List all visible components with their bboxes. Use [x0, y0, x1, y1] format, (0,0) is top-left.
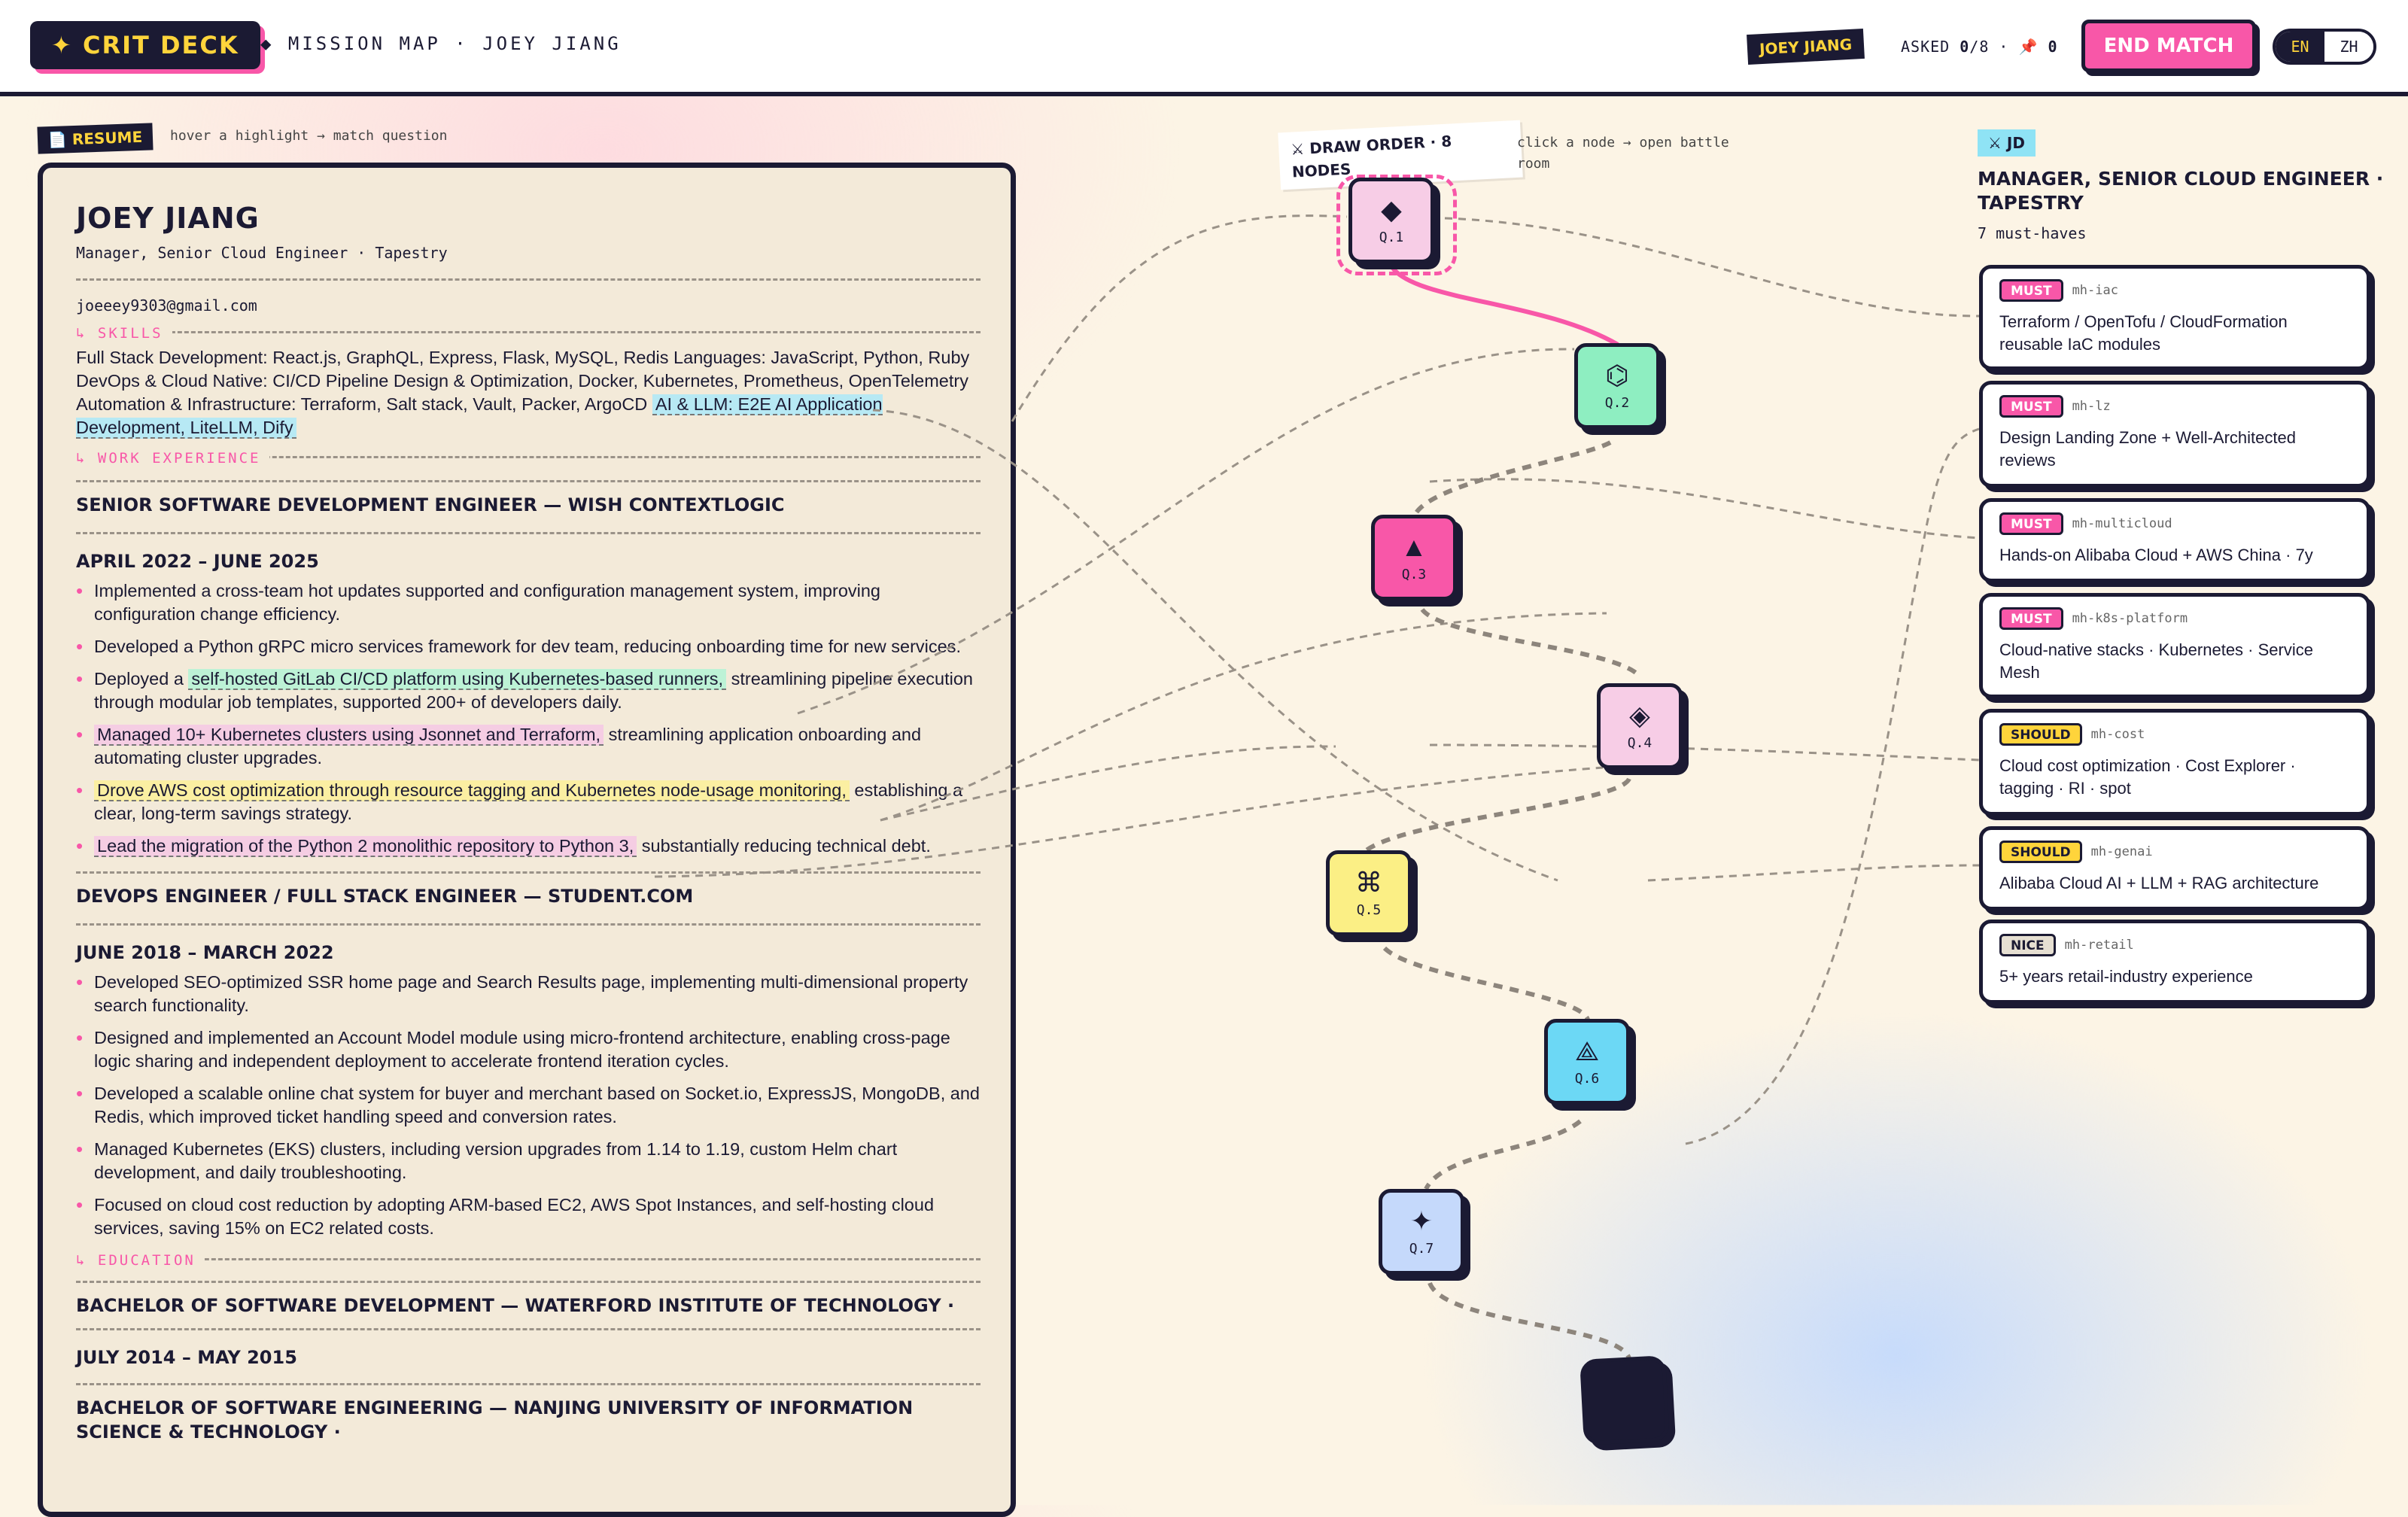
- benzene-icon: ⌬: [1605, 360, 1629, 391]
- match-link: [797, 348, 1575, 715]
- question-node-2[interactable]: ⌬ Q.2: [1574, 343, 1660, 429]
- requirement-text: Design Landing Zone + Well-Architected r…: [1999, 428, 2296, 470]
- draw-path: [1382, 946, 1590, 1021]
- draw-path: [1360, 777, 1631, 856]
- requirement-card[interactable]: MUST mh-k8s-platform Cloud-native stacks …: [1979, 593, 2370, 698]
- node-label: Q.5: [1356, 902, 1382, 918]
- requirement-text: 5+ years retail-industry experience: [1999, 967, 2253, 986]
- match-link: [1429, 478, 1980, 540]
- question-node-8[interactable]: [1579, 1355, 1670, 1446]
- requirement-id: mh-lz: [2072, 399, 2111, 414]
- sparkle-icon: ✦: [1409, 1205, 1434, 1236]
- triangle-dot-icon: ⟁: [1574, 1035, 1600, 1066]
- requirement-card[interactable]: NICE mh-retail 5+ years retail-industry e…: [1979, 920, 2370, 1004]
- requirement-id: mh-genai: [2090, 844, 2153, 859]
- diamond-dot-icon: ◈: [1629, 700, 1650, 731]
- draw-path: [1424, 1119, 1582, 1190]
- requirement-id: mh-k8s-platform: [2072, 611, 2188, 626]
- question-node-1[interactable]: ◆ Q.1: [1348, 178, 1434, 263]
- draw-path: [1420, 607, 1643, 679]
- question-node-4[interactable]: ◈ Q.4: [1597, 683, 1683, 769]
- requirement-card[interactable]: MUST mh-iac Terraform / OpenTofu / CloudF…: [1979, 265, 2370, 370]
- requirement-id: mh-retail: [2064, 938, 2134, 953]
- node-label: Q.1: [1379, 230, 1404, 245]
- requirement-text: Alibaba Cloud AI + LLM + RAG architectur…: [1999, 874, 2319, 892]
- node-label: Q.2: [1604, 395, 1630, 411]
- priority-badge: MUST: [1999, 512, 2063, 535]
- requirement-card[interactable]: MUST mh-lz Design Landing Zone + Well-Arc…: [1979, 381, 2370, 488]
- priority-badge: SHOULD: [1999, 841, 2082, 863]
- priority-badge: MUST: [1999, 395, 2063, 418]
- requirement-text: Hands-on Alibaba Cloud + AWS China · 7y: [1999, 546, 2313, 564]
- node-label: Q.6: [1574, 1071, 1600, 1087]
- requirement-id: mh-iac: [2072, 283, 2118, 298]
- node-label: Q.4: [1627, 735, 1652, 751]
- jd-count: 7 must-haves: [1978, 224, 2087, 242]
- match-link: [1011, 214, 1348, 422]
- match-link: [1429, 743, 1980, 762]
- map-hint: click a node → open battle room: [1517, 135, 1729, 172]
- requirement-text: Cloud cost optimization · Cost Explorer …: [1999, 756, 2296, 798]
- match-link: [1685, 427, 1980, 1145]
- match-link: [1647, 864, 1980, 882]
- priority-badge: NICE: [1999, 934, 2056, 956]
- requirement-card[interactable]: MUST mh-multicloud Hands-on Alibaba Cloud…: [1979, 498, 2370, 582]
- match-link: [880, 612, 1607, 822]
- question-node-3[interactable]: ▲ Q.3: [1371, 515, 1457, 600]
- priority-badge: MUST: [1999, 279, 2063, 302]
- requirement-text: Terraform / OpenTofu / CloudFormation re…: [1999, 312, 2288, 354]
- triangle-icon: ▲: [1400, 531, 1427, 562]
- priority-badge: SHOULD: [1999, 723, 2082, 746]
- match-link: [880, 745, 1336, 822]
- requirement-id: mh-cost: [2090, 727, 2145, 742]
- match-link: [1444, 217, 1980, 318]
- node-label: Q.7: [1409, 1241, 1434, 1257]
- requirement-card[interactable]: SHOULD mh-genai Alibaba Cloud AI + LLM + …: [1979, 826, 2370, 911]
- requirement-card[interactable]: SHOULD mh-cost Cloud cost optimization · …: [1979, 709, 2370, 816]
- diamond-icon: ◆: [1381, 194, 1402, 225]
- priority-badge: MUST: [1999, 607, 2063, 630]
- match-link: [872, 409, 1558, 882]
- draw-path: [1427, 1281, 1631, 1360]
- jd-title: MANAGER, SENIOR CLOUD ENGINEER · TAPESTR…: [1978, 168, 2384, 214]
- question-node-7[interactable]: ✦ Q.7: [1379, 1189, 1464, 1275]
- match-link: [654, 766, 1604, 878]
- question-node-6[interactable]: ⟁ Q.6: [1544, 1019, 1630, 1105]
- command-icon: ⌘: [1355, 867, 1382, 898]
- requirement-id: mh-multicloud: [2072, 516, 2172, 531]
- active-path: [1390, 266, 1619, 347]
- node-label: Q.3: [1401, 567, 1427, 582]
- question-node-5[interactable]: ⌘ Q.5: [1326, 850, 1412, 936]
- requirement-text: Cloud-native stacks · Kubernetes · Servi…: [1999, 640, 2313, 682]
- jd-tag: ⚔ JD: [1978, 129, 2036, 157]
